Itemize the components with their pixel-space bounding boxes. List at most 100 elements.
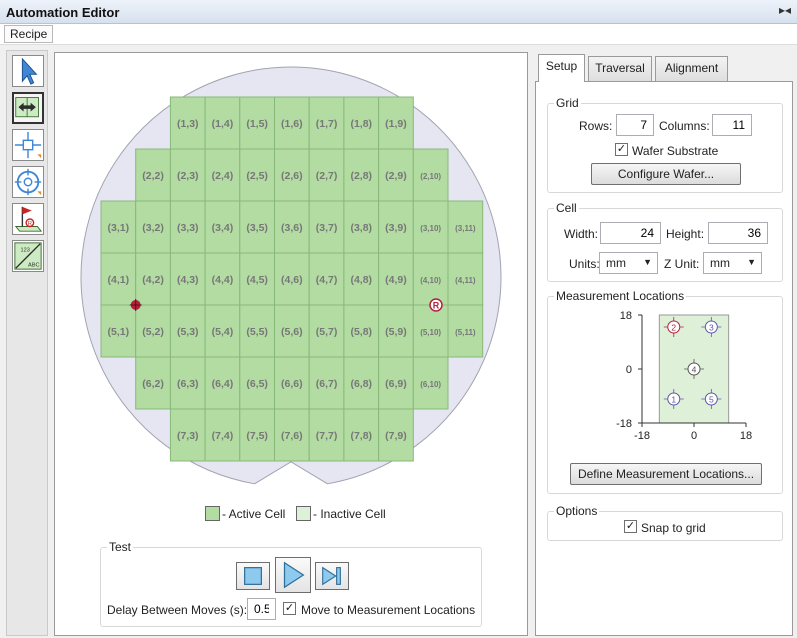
wafer-cell[interactable]: (4,7) xyxy=(308,252,345,306)
wafer-cell[interactable]: (7,3) xyxy=(169,408,206,462)
wafer-cell[interactable]: (5,1) xyxy=(100,304,137,358)
step-forward-button[interactable] xyxy=(315,562,349,590)
wafer-cell[interactable]: (7,4) xyxy=(204,408,241,462)
cell-select-tool-icon[interactable] xyxy=(12,129,44,161)
define-measurement-locations-button[interactable]: Define Measurement Locations... xyxy=(570,463,762,485)
wafer-cell[interactable]: (4,8) xyxy=(343,252,380,306)
columns-input[interactable] xyxy=(712,114,752,136)
play-button[interactable] xyxy=(275,557,311,593)
height-label: Height: xyxy=(666,227,705,241)
wafer-substrate-checkbox[interactable]: ✓ xyxy=(615,143,628,156)
wafer-cell[interactable]: (3,4) xyxy=(204,200,241,254)
wafer-cell[interactable]: (1,7) xyxy=(308,96,345,150)
wafer-cell[interactable]: (7,9) xyxy=(378,408,414,462)
wafer-cell[interactable]: (1,3) xyxy=(169,96,206,150)
tab-setup[interactable]: Setup xyxy=(538,54,585,82)
tab-traversal[interactable]: Traversal xyxy=(588,56,652,81)
wafer-cell[interactable]: (5,8) xyxy=(343,304,380,358)
wafer-cell[interactable]: (5,11) xyxy=(447,304,484,358)
wafer-cell[interactable]: (4,2) xyxy=(135,252,171,306)
menu-recipe[interactable]: Recipe xyxy=(4,25,54,43)
wafer-cell[interactable]: (1,9) xyxy=(378,96,414,150)
wafer-cell[interactable]: (4,10) xyxy=(412,252,449,306)
wafer-cell[interactable]: (4,11) xyxy=(447,252,484,306)
wafer-cell[interactable]: (2,7) xyxy=(308,148,345,202)
wafer-cell[interactable]: (4,3) xyxy=(169,252,206,306)
snap-to-grid-checkbox[interactable]: ✓ xyxy=(624,520,637,533)
wafer-cell-label: (7,3) xyxy=(177,430,199,442)
traverse-tool-icon[interactable] xyxy=(12,92,44,124)
height-input[interactable] xyxy=(708,222,768,244)
wafer-cell[interactable]: (3,5) xyxy=(239,200,276,254)
wafer-cell[interactable]: (6,8) xyxy=(343,356,380,410)
wafer-cell[interactable]: (5,5) xyxy=(239,304,276,358)
measurement-point-label: 2 xyxy=(671,323,676,333)
wafer-cell[interactable]: (5,2) xyxy=(135,304,171,358)
wafer-cell[interactable]: (4,1) xyxy=(100,252,137,306)
wafer-cell[interactable]: (6,10) xyxy=(412,356,449,410)
wafer-cell[interactable]: (3,2) xyxy=(135,200,171,254)
width-input[interactable] xyxy=(600,222,661,244)
reference-flag-tool-icon[interactable]: R xyxy=(12,203,44,235)
wafer-cell[interactable]: (2,10) xyxy=(412,148,449,202)
wafer-cell[interactable]: (2,6) xyxy=(274,148,310,202)
wafer-cell[interactable]: (1,4) xyxy=(204,96,241,150)
wafer-cell[interactable]: (6,3) xyxy=(169,356,206,410)
wafer-cell[interactable]: (3,3) xyxy=(169,200,206,254)
wafer-cell-label: (7,8) xyxy=(350,430,372,442)
wafer-map[interactable]: (1,3) (1,4) (1,5) (1,6) (1,7) (1,8) (1,9) (2,2)… xyxy=(55,53,527,493)
label-tool-icon[interactable]: 123 ABC xyxy=(12,240,44,272)
wafer-cell[interactable]: (3,9) xyxy=(378,200,414,254)
wafer-cell[interactable]: (2,3) xyxy=(169,148,206,202)
wafer-cell[interactable]: (5,7) xyxy=(308,304,345,358)
wafer-cell[interactable]: (1,6) xyxy=(274,96,310,150)
alignment-target-tool-icon[interactable] xyxy=(12,166,44,198)
reference-marker-icon[interactable]: R xyxy=(429,298,443,312)
measurement-locations-plot[interactable]: -18 0 18 18 0 -18 1 2 3 4 5 xyxy=(548,301,782,463)
wafer-cell[interactable]: (2,5) xyxy=(239,148,276,202)
wafer-cell[interactable]: (3,10) xyxy=(412,200,449,254)
configure-wafer-button[interactable]: Configure Wafer... xyxy=(591,163,741,185)
wafer-cell[interactable]: (4,4) xyxy=(204,252,241,306)
wafer-cell[interactable]: (4,6) xyxy=(274,252,310,306)
wafer-cell[interactable]: (6,5) xyxy=(239,356,276,410)
wafer-cell[interactable]: (1,5) xyxy=(239,96,276,150)
wafer-cell[interactable]: (7,8) xyxy=(343,408,380,462)
wafer-cell[interactable]: (3,11) xyxy=(447,200,484,254)
wafer-cell[interactable]: (3,8) xyxy=(343,200,380,254)
z-unit-select[interactable]: mm ▼ xyxy=(703,252,762,274)
pointer-tool-icon[interactable] xyxy=(12,55,44,87)
wafer-cell[interactable]: (3,1) xyxy=(100,200,137,254)
units-select[interactable]: mm ▼ xyxy=(599,252,658,274)
wafer-cell[interactable]: (7,6) xyxy=(274,408,310,462)
wafer-cell[interactable]: (5,9) xyxy=(378,304,414,358)
wafer-cell[interactable]: (7,5) xyxy=(239,408,276,462)
pin-icon[interactable]: ▸◂ xyxy=(779,3,791,17)
tab-alignment[interactable]: Alignment xyxy=(655,56,728,81)
wafer-canvas[interactable]: (1,3) (1,4) (1,5) (1,6) (1,7) (1,8) (1,9) (2,2)… xyxy=(54,52,528,636)
wafer-cell[interactable]: (6,2) xyxy=(135,356,171,410)
wafer-cell[interactable]: (7,7) xyxy=(308,408,345,462)
wafer-cell[interactable]: (1,8) xyxy=(343,96,380,150)
wafer-cell[interactable]: (6,9) xyxy=(378,356,414,410)
wafer-cell[interactable]: (3,7) xyxy=(308,200,345,254)
wafer-cell[interactable]: (2,9) xyxy=(378,148,414,202)
wafer-cell[interactable]: (2,4) xyxy=(204,148,241,202)
stop-button[interactable] xyxy=(236,562,270,590)
wafer-cell[interactable]: (5,10) xyxy=(412,304,449,358)
wafer-cell-label: (5,7) xyxy=(316,326,338,338)
wafer-cell[interactable]: (6,4) xyxy=(204,356,241,410)
wafer-cell[interactable]: (5,4) xyxy=(204,304,241,358)
rows-input[interactable] xyxy=(616,114,654,136)
wafer-cell[interactable]: (2,2) xyxy=(135,148,171,202)
wafer-cell[interactable]: (5,3) xyxy=(169,304,206,358)
wafer-cell[interactable]: (5,6) xyxy=(274,304,310,358)
wafer-cell[interactable]: (3,6) xyxy=(274,200,310,254)
wafer-cell[interactable]: (4,9) xyxy=(378,252,414,306)
wafer-cell[interactable]: (2,8) xyxy=(343,148,380,202)
wafer-cell[interactable]: (6,7) xyxy=(308,356,345,410)
delay-input[interactable] xyxy=(247,598,276,620)
wafer-cell[interactable]: (6,6) xyxy=(274,356,310,410)
move-to-locations-checkbox[interactable]: ✓ xyxy=(283,602,296,615)
wafer-cell[interactable]: (4,5) xyxy=(239,252,276,306)
